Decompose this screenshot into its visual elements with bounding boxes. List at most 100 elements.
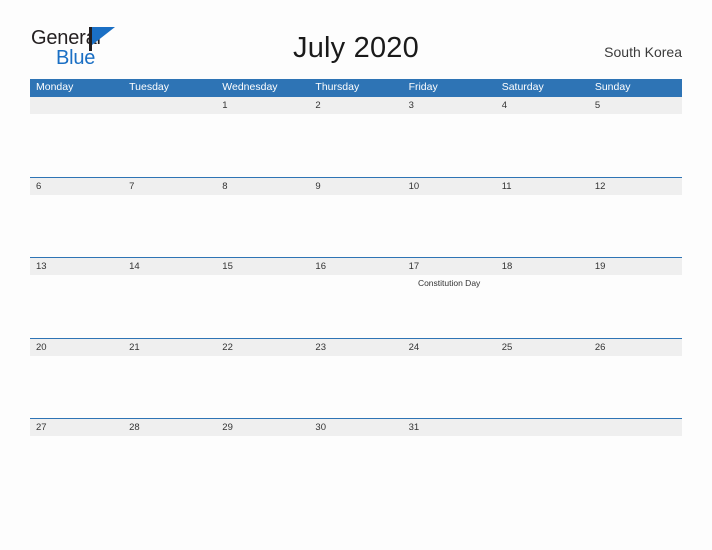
event-cell[interactable]	[30, 275, 123, 337]
event-cell[interactable]	[216, 114, 309, 176]
day-number: 27	[36, 422, 47, 433]
week-row: 27 28 29 30 31	[30, 418, 682, 499]
day-cell[interactable]: 1	[216, 97, 309, 114]
event-cell[interactable]	[589, 114, 682, 176]
week-date-strip: 1 2 3 4 5	[30, 97, 682, 114]
event-cell[interactable]	[30, 356, 123, 418]
week-event-strip	[30, 356, 682, 418]
week-row: 13 14 15 16 17 18 19 Constitution Day	[30, 257, 682, 338]
event-cell[interactable]	[496, 436, 589, 498]
day-cell[interactable]: 15	[216, 258, 309, 275]
event-cell[interactable]	[309, 275, 402, 337]
day-cell[interactable]	[589, 419, 682, 436]
week-event-strip	[30, 195, 682, 257]
event-cell[interactable]	[403, 436, 496, 498]
week-event-strip	[30, 436, 682, 498]
event-cell[interactable]	[589, 275, 682, 337]
day-cell[interactable]: 17	[403, 258, 496, 275]
day-number: 16	[315, 261, 326, 272]
week-row: 1 2 3 4 5	[30, 96, 682, 177]
event-cell[interactable]	[309, 436, 402, 498]
week-row: 6 7 8 9 10 11 12	[30, 176, 682, 258]
day-cell[interactable]: 24	[403, 339, 496, 356]
event-cell[interactable]	[216, 356, 309, 418]
event-cell[interactable]	[403, 356, 496, 418]
day-cell[interactable]: 28	[123, 419, 216, 436]
event-cell[interactable]	[309, 195, 402, 257]
day-cell[interactable]: 6	[30, 178, 123, 195]
event-cell[interactable]	[30, 195, 123, 257]
day-number: 22	[222, 341, 233, 353]
week-event-strip	[30, 114, 682, 176]
day-number: 6	[36, 180, 42, 192]
day-cell[interactable]: 12	[589, 178, 682, 195]
event-cell[interactable]	[496, 195, 589, 257]
event-cell[interactable]	[123, 195, 216, 257]
day-cell[interactable]: 3	[403, 97, 496, 114]
event-cell[interactable]	[403, 114, 496, 176]
day-number: 23	[315, 341, 326, 353]
event-cell[interactable]	[496, 114, 589, 176]
day-number: 8	[222, 180, 228, 192]
calendar-grid: Monday Tuesday Wednesday Thursday Friday…	[30, 79, 682, 499]
day-cell[interactable]: 10	[403, 178, 496, 195]
event-cell[interactable]	[123, 356, 216, 418]
day-cell[interactable]: 5	[589, 97, 682, 114]
event-cell[interactable]	[589, 356, 682, 418]
day-cell[interactable]: 8	[216, 178, 309, 195]
day-cell[interactable]: 26	[589, 339, 682, 356]
day-number: 17	[408, 261, 420, 272]
day-cell[interactable]: 14	[123, 258, 216, 275]
day-number: 9	[315, 180, 321, 192]
event-cell[interactable]	[309, 356, 402, 418]
day-number: 29	[222, 422, 233, 433]
day-cell[interactable]: 18	[496, 258, 589, 275]
event-cell[interactable]	[403, 195, 496, 257]
day-cell[interactable]: 13	[30, 258, 123, 275]
day-cell[interactable]: 23	[309, 339, 402, 356]
event-cell[interactable]	[589, 436, 682, 498]
event-cell[interactable]	[216, 195, 309, 257]
event-cell[interactable]	[123, 114, 216, 176]
week-date-strip: 20 21 22 23 24 25 26	[30, 338, 682, 356]
event-cell[interactable]	[216, 275, 309, 337]
day-cell[interactable]: 20	[30, 339, 123, 356]
day-number: 31	[408, 422, 420, 433]
day-cell[interactable]: 11	[496, 178, 589, 195]
event-cell[interactable]	[309, 114, 402, 176]
event-cell[interactable]	[589, 195, 682, 257]
week-row: 20 21 22 23 24 25 26	[30, 337, 682, 419]
event-cell[interactable]	[123, 275, 216, 337]
event-cell[interactable]	[123, 436, 216, 498]
day-cell[interactable]: 21	[123, 339, 216, 356]
event-cell[interactable]: Constitution Day	[403, 275, 496, 337]
week-event-strip: Constitution Day	[30, 275, 682, 337]
day-cell[interactable]: 30	[309, 419, 402, 436]
event-label: Constitution Day	[417, 278, 481, 288]
event-cell[interactable]	[496, 356, 589, 418]
day-cell[interactable]: 22	[216, 339, 309, 356]
day-cell[interactable]: 31	[403, 419, 496, 436]
day-cell[interactable]	[30, 97, 123, 114]
day-cell[interactable]: 19	[589, 258, 682, 275]
weekday-thursday: Thursday	[315, 81, 360, 93]
day-cell[interactable]: 16	[309, 258, 402, 275]
event-cell[interactable]	[30, 114, 123, 176]
day-number: 26	[594, 341, 606, 353]
event-cell[interactable]	[496, 275, 589, 337]
day-cell[interactable]: 27	[30, 419, 123, 436]
day-cell[interactable]	[496, 419, 589, 436]
event-cell[interactable]	[30, 436, 123, 498]
day-cell[interactable]: 25	[496, 339, 589, 356]
day-cell[interactable]: 29	[216, 419, 309, 436]
day-cell[interactable]	[123, 97, 216, 114]
day-cell[interactable]: 7	[123, 178, 216, 195]
day-cell[interactable]: 4	[496, 97, 589, 114]
day-number: 3	[408, 100, 414, 111]
event-cell[interactable]	[216, 436, 309, 498]
day-number: 4	[501, 100, 507, 111]
weekday-saturday: Saturday	[501, 81, 544, 93]
day-cell[interactable]: 2	[309, 97, 402, 114]
day-number: 7	[129, 180, 135, 192]
day-cell[interactable]: 9	[309, 178, 402, 195]
